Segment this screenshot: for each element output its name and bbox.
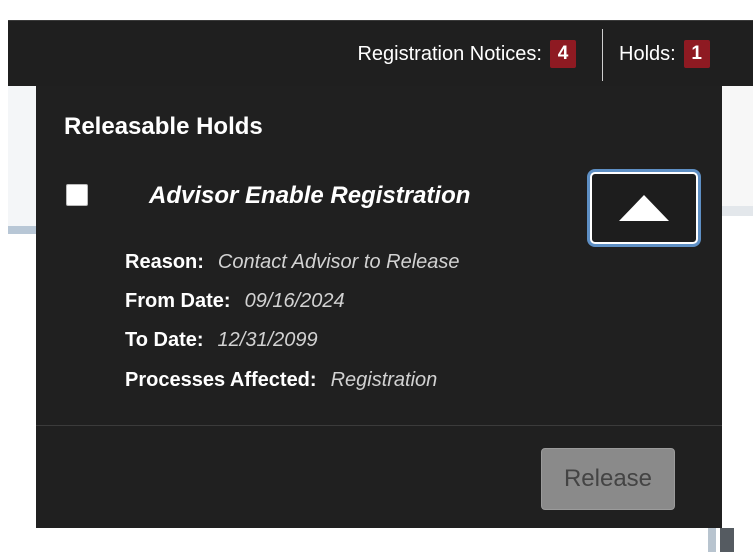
background-page-line [8, 226, 36, 234]
background-scroll-fragment [708, 528, 716, 552]
holds-badge: 1 [683, 40, 710, 68]
hold-name: Advisor Enable Registration [149, 182, 471, 209]
detail-value: Contact Advisor to Release [217, 251, 460, 273]
registration-notices-link[interactable]: Registration Notices: 4 [357, 40, 576, 68]
detail-label: Processes Affected: [125, 369, 317, 391]
hold-detail-to-date: To Date: 12/31/2099 [125, 329, 318, 352]
holds-label: Holds: [619, 42, 676, 65]
background-scroll-fragment-dark [720, 528, 734, 552]
panel-divider [36, 425, 722, 426]
releasable-holds-panel: Releasable Holds Advisor Enable Registra… [36, 86, 722, 528]
header-divider [602, 29, 603, 81]
top-notification-bar: Registration Notices: 4 Holds: 1 [8, 20, 753, 86]
detail-label: To Date: [125, 329, 204, 351]
hold-detail-from-date: From Date: 09/16/2024 [125, 290, 345, 313]
holds-link[interactable]: Holds: 1 [619, 40, 710, 68]
hold-detail-reason: Reason: Contact Advisor to Release [125, 251, 460, 274]
background-page-right-line [722, 206, 753, 216]
detail-value: Registration [330, 369, 438, 391]
collapse-toggle-button[interactable] [590, 172, 698, 244]
hold-detail-processes-affected: Processes Affected: Registration [125, 369, 437, 392]
detail-value: 12/31/2099 [217, 329, 318, 351]
detail-label: From Date: [125, 290, 231, 312]
registration-notices-badge: 4 [550, 40, 576, 68]
detail-label: Reason: [125, 251, 204, 273]
panel-title: Releasable Holds [64, 113, 263, 140]
triangle-up-icon [619, 195, 669, 221]
background-page-right [722, 86, 753, 206]
release-button[interactable]: Release [541, 448, 675, 510]
hold-select-checkbox[interactable] [66, 184, 88, 206]
detail-value: 09/16/2024 [244, 290, 345, 312]
registration-notices-label: Registration Notices: [357, 42, 542, 65]
background-page-strip [8, 86, 36, 226]
